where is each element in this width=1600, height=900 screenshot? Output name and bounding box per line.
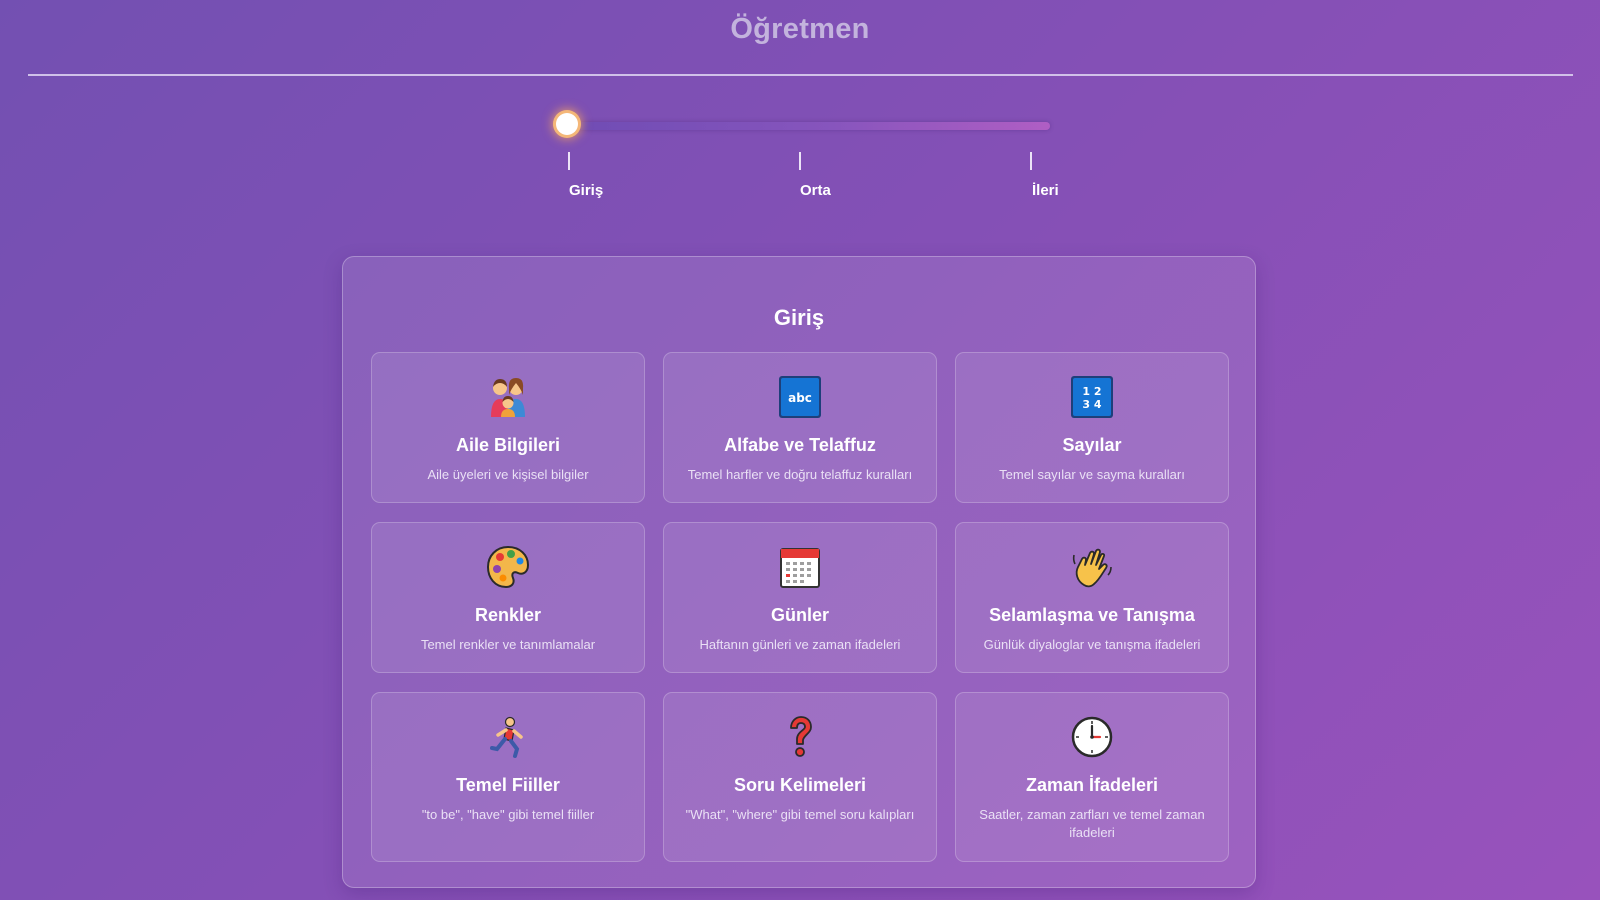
topic-card-renkler[interactable]: Renkler Temel renkler ve tanımlamalar — [371, 522, 645, 673]
topic-card-gunler[interactable]: Günler Haftanın günleri ve zaman ifadele… — [663, 522, 937, 673]
topic-card-zaman-ifadeleri[interactable]: Zaman İfadeleri Saatler, zaman zarfları … — [955, 692, 1229, 862]
topic-title: Alfabe ve Telaffuz — [724, 435, 876, 455]
page-title: Öğretmen — [730, 13, 870, 45]
svg-text:1 2: 1 2 — [1082, 385, 1101, 398]
topic-description: Günlük diyaloglar ve tanışma ifadeleri — [983, 637, 1201, 652]
topic-description: Temel harfler ve doğru telaffuz kurallar… — [687, 467, 913, 482]
level-label-orta[interactable]: Orta — [800, 182, 831, 199]
topic-title: Renkler — [474, 605, 542, 625]
topic-description: Haftanın günleri ve zaman ifadeleri — [699, 637, 901, 652]
topic-title: Günler — [770, 605, 829, 625]
abc-icon: abc — [779, 376, 821, 418]
topic-card-temel-fiiller[interactable]: Temel Fiiller "to be", "have" gibi temel… — [371, 692, 645, 862]
svg-text:abc: abc — [788, 391, 812, 405]
topic-title: Aile Bilgileri — [455, 435, 561, 455]
topic-card-alfabe-ve-telaffuz[interactable]: abc Alfabe ve Telaffuz Temel harfler ve … — [663, 352, 937, 503]
running-person-icon — [490, 716, 523, 758]
slider-thumb[interactable] — [556, 113, 578, 135]
topic-description: Temel renkler ve tanımlamalar — [420, 637, 596, 652]
topic-title: Temel Fiiller — [456, 775, 560, 795]
topic-description: Saatler, zaman zarfları ve temel zaman i… — [979, 807, 1205, 840]
level-label-ileri[interactable]: İleri — [1032, 182, 1059, 199]
topic-title: Soru Kelimeleri — [733, 775, 867, 795]
topic-description: Temel sayılar ve sayma kuralları — [999, 467, 1185, 482]
topic-title: Zaman İfadeleri — [1025, 775, 1159, 795]
numbers-icon: 1 2 3 4 — [1071, 376, 1113, 418]
topic-description: Aile üyeleri ve kişisel bilgiler — [427, 467, 589, 482]
topics-panel: Giriş Aile Bilgileri Aile üyeleri ve kiş… — [342, 256, 1256, 888]
clock-icon — [1071, 716, 1113, 758]
calendar-icon — [780, 548, 820, 588]
tick-ileri — [1030, 152, 1032, 170]
waving-hand-icon — [1072, 548, 1112, 588]
question-mark-icon — [790, 716, 812, 757]
title-divider — [28, 74, 1573, 76]
family-icon — [491, 378, 525, 417]
palette-icon — [486, 545, 530, 589]
topic-card-aile-bilgileri[interactable]: Aile Bilgileri Aile üyeleri ve kişisel b… — [371, 352, 645, 503]
topic-title: Sayılar — [1062, 435, 1122, 455]
tick-orta — [799, 152, 801, 170]
level-slider[interactable]: Giriş Orta İleri — [554, 108, 1059, 208]
tick-giris — [568, 152, 570, 170]
topic-card-sayilar[interactable]: 1 2 3 4 Sayılar Temel sayılar ve sayma k… — [955, 352, 1229, 503]
topic-title: Selamlaşma ve Tanışma — [989, 605, 1195, 625]
svg-text:3 4: 3 4 — [1082, 398, 1101, 411]
topic-card-soru-kelimeleri[interactable]: Soru Kelimeleri "What", "where" gibi tem… — [663, 692, 937, 862]
slider-track[interactable] — [568, 122, 1050, 130]
section-heading: Giriş — [773, 305, 825, 330]
topic-description: "to be", "have" gibi temel fiiller — [421, 807, 595, 822]
topic-card-selamlasma-ve-tanisma[interactable]: Selamlaşma ve Tanışma Günlük diyaloglar … — [955, 522, 1229, 673]
topic-description: "What", "where" gibi temel soru kalıplar… — [685, 807, 915, 822]
level-label-giris[interactable]: Giriş — [569, 182, 603, 199]
